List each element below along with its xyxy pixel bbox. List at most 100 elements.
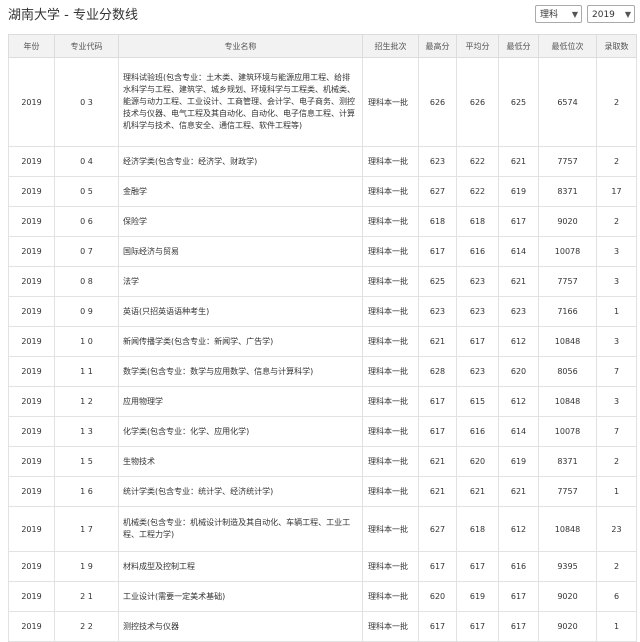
cell-batch: 理科本一批 xyxy=(362,146,419,177)
cell-min: 612 xyxy=(498,326,539,357)
cell-name: 经济学类(包含专业：经济学、财政学) xyxy=(118,146,363,177)
cell-count: 6 xyxy=(596,581,637,612)
cell-min: 621 xyxy=(498,476,539,507)
year-select-value: 2019 xyxy=(592,10,615,20)
cell-rank: 10078 xyxy=(538,416,597,447)
cell-code: 1 5 xyxy=(54,446,119,477)
cell-rank: 8056 xyxy=(538,356,597,387)
table-row: 2019 0 9 英语(只招英语语种考生) 理科本一批 623 623 623 7166 1 xyxy=(8,296,637,327)
cell-year: 2019 xyxy=(8,236,55,267)
cell-rank: 10848 xyxy=(538,506,597,552)
cell-code: 1 1 xyxy=(54,356,119,387)
cell-avg: 618 xyxy=(456,206,499,237)
cell-name: 英语(只招英语语种考生) xyxy=(118,296,363,327)
cell-count: 1 xyxy=(596,476,637,507)
cell-name: 金融学 xyxy=(118,176,363,207)
table-row: 2019 0 6 保险学 理科本一批 618 618 617 9020 2 xyxy=(8,206,637,237)
cell-avg: 615 xyxy=(456,386,499,417)
cell-name: 化学类(包含专业：化学、应用化学) xyxy=(118,416,363,447)
column-header-max: 最高分 xyxy=(418,34,457,58)
cell-code: 0 6 xyxy=(54,206,119,237)
table-body: 2019 0 3 理科试验班(包含专业：土木类、建筑环境与能源应用工程、给排水科学与… xyxy=(8,57,637,642)
table-row: 2019 1 9 材料成型及控制工程 理科本一批 617 617 616 9395 2 xyxy=(8,551,637,582)
year-select[interactable]: 2019 ▼ xyxy=(587,5,635,23)
cell-max: 627 xyxy=(418,506,457,552)
cell-min: 617 xyxy=(498,611,539,642)
cell-count: 3 xyxy=(596,236,637,267)
cell-batch: 理科本一批 xyxy=(362,326,419,357)
cell-avg: 619 xyxy=(456,581,499,612)
cell-avg: 616 xyxy=(456,236,499,267)
table-row: 2019 0 3 理科试验班(包含专业：土木类、建筑环境与能源应用工程、给排水科学与… xyxy=(8,57,637,147)
cell-name: 法学 xyxy=(118,266,363,297)
cell-max: 626 xyxy=(418,57,457,147)
cell-name: 国际经济与贸易 xyxy=(118,236,363,267)
cell-year: 2019 xyxy=(8,416,55,447)
cell-batch: 理科本一批 xyxy=(362,416,419,447)
cell-rank: 8371 xyxy=(538,446,597,477)
cell-max: 617 xyxy=(418,386,457,417)
cell-min: 614 xyxy=(498,236,539,267)
cell-avg: 626 xyxy=(456,57,499,147)
cell-name: 数学类(包含专业：数学与应用数学、信息与计算科学) xyxy=(118,356,363,387)
page-header: 湖南大学 - 专业分数线 理科 ▼ 2019 ▼ xyxy=(0,0,640,32)
table-row: 2019 0 8 法学 理科本一批 625 623 621 7757 3 xyxy=(8,266,637,297)
cell-code: 0 4 xyxy=(54,146,119,177)
cell-code: 2 2 xyxy=(54,611,119,642)
cell-min: 619 xyxy=(498,176,539,207)
cell-name: 应用物理学 xyxy=(118,386,363,417)
cell-rank: 7166 xyxy=(538,296,597,327)
cell-year: 2019 xyxy=(8,176,55,207)
cell-batch: 理科本一批 xyxy=(362,356,419,387)
cell-batch: 理科本一批 xyxy=(362,386,419,417)
cell-max: 618 xyxy=(418,206,457,237)
cell-name: 工业设计(需要一定美术基础) xyxy=(118,581,363,612)
chevron-down-icon: ▼ xyxy=(571,10,578,19)
cell-name: 机械类(包含专业：机械设计制造及其自动化、车辆工程、工业工程、工程力学) xyxy=(118,506,363,552)
cell-count: 2 xyxy=(596,57,637,147)
cell-code: 2 1 xyxy=(54,581,119,612)
cell-rank: 9020 xyxy=(538,581,597,612)
cell-min: 619 xyxy=(498,446,539,477)
cell-avg: 616 xyxy=(456,416,499,447)
cell-avg: 621 xyxy=(456,476,499,507)
cell-year: 2019 xyxy=(8,506,55,552)
cell-code: 1 2 xyxy=(54,386,119,417)
cell-batch: 理科本一批 xyxy=(362,581,419,612)
table-row: 2019 1 2 应用物理学 理科本一批 617 615 612 10848 3 xyxy=(8,386,637,417)
cell-batch: 理科本一批 xyxy=(362,506,419,552)
cell-count: 7 xyxy=(596,416,637,447)
cell-avg: 623 xyxy=(456,356,499,387)
cell-rank: 9395 xyxy=(538,551,597,582)
cell-count: 1 xyxy=(596,296,637,327)
cell-code: 1 0 xyxy=(54,326,119,357)
cell-max: 621 xyxy=(418,476,457,507)
table-row: 2019 0 4 经济学类(包含专业：经济学、财政学) 理科本一批 623 622 621 7… xyxy=(8,146,637,177)
cell-rank: 7757 xyxy=(538,146,597,177)
cell-name: 材料成型及控制工程 xyxy=(118,551,363,582)
cell-rank: 10078 xyxy=(538,236,597,267)
cell-code: 0 7 xyxy=(54,236,119,267)
cell-year: 2019 xyxy=(8,356,55,387)
cell-batch: 理科本一批 xyxy=(362,236,419,267)
cell-avg: 622 xyxy=(456,176,499,207)
cell-max: 617 xyxy=(418,551,457,582)
table-row: 2019 0 7 国际经济与贸易 理科本一批 617 616 614 10078 3 xyxy=(8,236,637,267)
cell-count: 2 xyxy=(596,551,637,582)
cell-count: 3 xyxy=(596,266,637,297)
cell-year: 2019 xyxy=(8,551,55,582)
cell-year: 2019 xyxy=(8,57,55,147)
cell-min: 616 xyxy=(498,551,539,582)
cell-min: 625 xyxy=(498,57,539,147)
table-row: 2019 2 2 测控技术与仪器 理科本一批 617 617 617 9020 1 xyxy=(8,611,637,642)
column-header-batch: 招生批次 xyxy=(362,34,419,58)
cell-count: 1 xyxy=(596,611,637,642)
cell-count: 2 xyxy=(596,206,637,237)
column-header-code: 专业代码 xyxy=(54,34,119,58)
cell-max: 621 xyxy=(418,326,457,357)
subject-select[interactable]: 理科 ▼ xyxy=(535,5,582,23)
table-row: 2019 0 5 金融学 理科本一批 627 622 619 8371 17 xyxy=(8,176,637,207)
cell-rank: 9020 xyxy=(538,206,597,237)
cell-count: 23 xyxy=(596,506,637,552)
cell-batch: 理科本一批 xyxy=(362,296,419,327)
